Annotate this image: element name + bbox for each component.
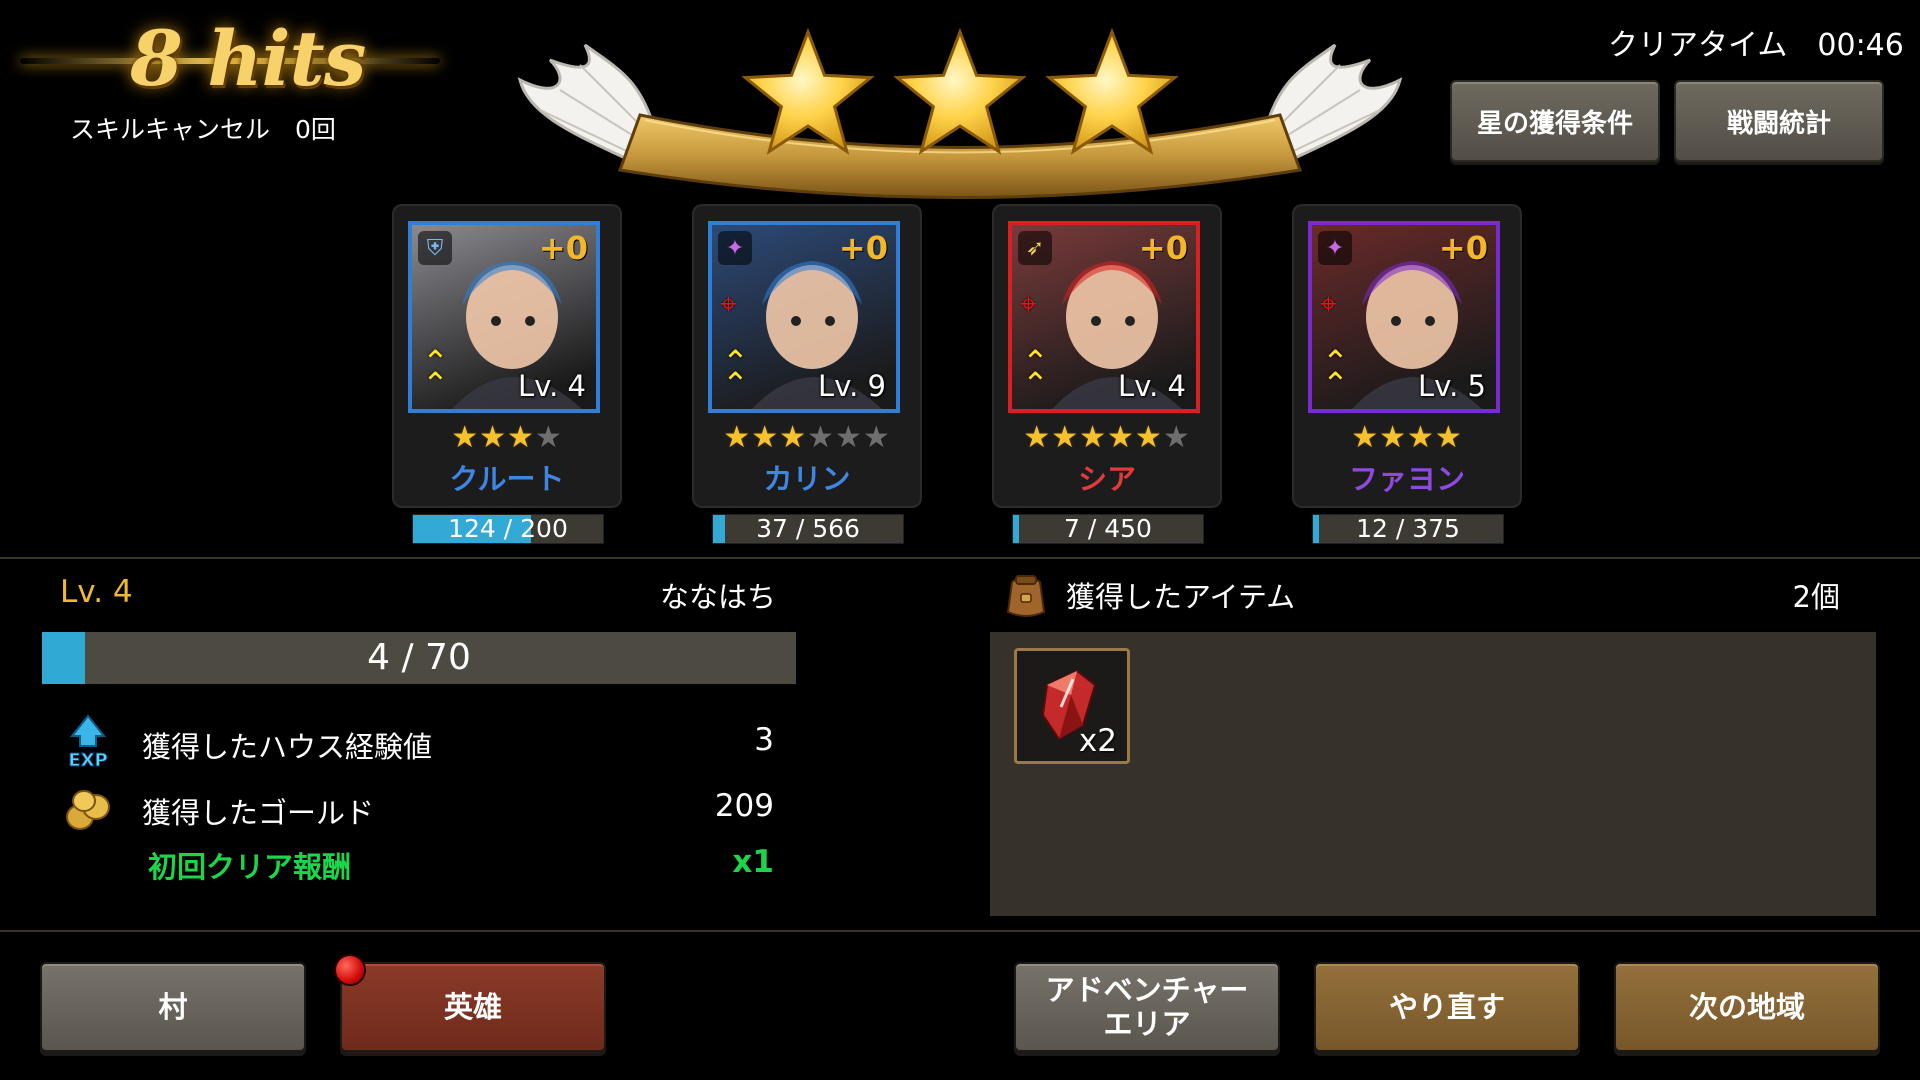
star-icon: ★ [834, 420, 863, 455]
crosshair-icon: ⌖ [1320, 287, 1337, 322]
star-icon: ★ [751, 420, 780, 455]
player-xp-bar: 4 / 70 [42, 632, 796, 684]
star-icon: ★ [479, 420, 507, 455]
hero-portrait: ➶ ⌖ ⌃ ⌃ +0 Lv. 4 [1008, 221, 1200, 413]
gold-value: 209 [714, 788, 774, 824]
battle-stats-button[interactable]: 戦闘統計 [1674, 80, 1884, 162]
hero-xp-text: 37 / 566 [756, 514, 860, 543]
village-button[interactable]: 村 [40, 962, 306, 1052]
hero-xp-text: 124 / 200 [448, 514, 568, 543]
star-icon: ★ [534, 420, 563, 455]
hero-xp-bar: 124 / 200 [412, 514, 604, 544]
hero-portrait: ✦ ⌖ ⌃ ⌃ +0 Lv. 9 [708, 221, 900, 413]
hero-level: Lv. 4 [518, 369, 586, 403]
star-icon: ★ [1023, 420, 1052, 455]
star-icon: ★ [451, 420, 480, 455]
magic-icon: ✦ [1318, 231, 1352, 265]
rank-up-chevron-icon: ⌃ ⌃ [422, 343, 449, 403]
player-xp-text: 4 / 70 [367, 637, 471, 678]
obtained-items-count: 2個 [1792, 580, 1840, 614]
retry-button[interactable]: やり直す [1314, 962, 1580, 1052]
divider [0, 930, 1920, 932]
hero-level: Lv. 9 [818, 369, 886, 403]
earned-stars [741, 27, 1179, 155]
house-exp-label: 獲得したハウス経験値 [142, 730, 433, 764]
star-icon [741, 27, 875, 155]
hero-xp-text: 12 / 375 [1356, 514, 1460, 543]
star-icon: ★ [1162, 420, 1191, 455]
heroes-button[interactable]: 英雄 [340, 962, 606, 1052]
divider [0, 557, 1920, 559]
hero-portrait: ✦ ⌖ ⌃ ⌃ +0 Lv. 5 [1308, 221, 1500, 413]
hero-level: Lv. 4 [1118, 369, 1186, 403]
hero-plus: +0 [1138, 229, 1188, 267]
hero-card[interactable]: ⛨ ⌃ ⌃ +0 Lv. 4 ★★★★ クルート [394, 206, 620, 506]
star-icon: ★ [779, 420, 807, 455]
hero-stars: ★★★★★★ [994, 420, 1220, 455]
notification-badge [334, 954, 366, 986]
hero-name: クルート [449, 462, 565, 496]
hero-portrait: ⛨ ⌃ ⌃ +0 Lv. 4 [408, 221, 600, 413]
hero-level: Lv. 5 [1418, 369, 1486, 403]
gold-coins-icon [58, 780, 118, 840]
shield-icon: ⛨ [418, 231, 452, 265]
rank-up-chevron-icon: ⌃ ⌃ [722, 343, 749, 403]
obtained-items-label: 獲得したアイテム [1066, 580, 1296, 614]
next-region-button[interactable]: 次の地域 [1614, 962, 1880, 1052]
star-rating-emblem [517, 27, 1403, 199]
first-clear-reward-value: x1 [732, 844, 774, 880]
item-slot[interactable]: x2 [1014, 648, 1130, 764]
hero-stars: ★★★★ [394, 420, 620, 455]
star-icon [1045, 27, 1179, 155]
star-icon: ★ [1379, 420, 1407, 455]
star-icon: ★ [1407, 420, 1435, 455]
hero-name: シア [1077, 462, 1136, 496]
crosshair-icon: ⌖ [720, 287, 737, 322]
hero-stars: ★★★★ [1294, 420, 1520, 455]
exp-icon: EXP [58, 712, 118, 772]
star-icon: ★ [1434, 420, 1463, 455]
star-icon: ★ [1079, 420, 1107, 455]
hero-name: ファヨン [1348, 462, 1465, 496]
hero-card[interactable]: ✦ ⌖ ⌃ ⌃ +0 Lv. 5 ★★★★ ファヨン [1294, 206, 1520, 506]
star-icon: ★ [1051, 420, 1080, 455]
player-level: Lv. 4 [60, 574, 133, 610]
hero-plus: +0 [538, 229, 588, 267]
star-icon: ★ [1134, 420, 1163, 455]
first-clear-reward-label: 初回クリア報酬 [148, 850, 352, 884]
adventure-area-button[interactable]: アドベンチャー エリア [1014, 962, 1280, 1052]
bag-icon [1004, 568, 1048, 620]
crosshair-icon: ⌖ [1020, 287, 1037, 322]
star-icon: ★ [1351, 420, 1380, 455]
hero-stars: ★★★★★★ [694, 420, 920, 455]
star-icon: ★ [862, 420, 891, 455]
hero-plus: +0 [1438, 229, 1488, 267]
star-icon: ★ [1107, 420, 1135, 455]
star-icon: ★ [723, 420, 752, 455]
hero-plus: +0 [838, 229, 888, 267]
hero-card[interactable]: ✦ ⌖ ⌃ ⌃ +0 Lv. 9 ★★★★★★ カリン [694, 206, 920, 506]
player-name: ななはち [660, 580, 777, 614]
clear-time: クリアタイム 00:46 [1608, 28, 1904, 63]
hero-card[interactable]: ➶ ⌖ ⌃ ⌃ +0 Lv. 4 ★★★★★★ シア [994, 206, 1220, 506]
item-quantity: x2 [1078, 723, 1117, 759]
gold-label: 獲得したゴールド [142, 796, 375, 830]
skill-cancel-count: スキルキャンセル 0回 [70, 115, 336, 144]
rank-up-chevron-icon: ⌃ ⌃ [1022, 343, 1049, 403]
hit-counter: 8 hits [130, 14, 366, 103]
magic-icon: ✦ [718, 231, 752, 265]
star-icon: ★ [807, 420, 835, 455]
star-icon: ★ [507, 420, 535, 455]
hero-xp-text: 7 / 450 [1064, 514, 1152, 543]
hero-name: カリン [763, 462, 851, 496]
hero-xp-bar: 7 / 450 [1012, 514, 1204, 544]
star-icon [893, 27, 1027, 155]
hero-xp-bar: 37 / 566 [712, 514, 904, 544]
svg-text:EXP: EXP [68, 750, 107, 771]
star-conditions-button[interactable]: 星の獲得条件 [1450, 80, 1660, 162]
house-exp-value: 3 [754, 722, 774, 758]
rank-up-chevron-icon: ⌃ ⌃ [1322, 343, 1349, 403]
hero-xp-bar: 12 / 375 [1312, 514, 1504, 544]
bow-icon: ➶ [1018, 231, 1052, 265]
